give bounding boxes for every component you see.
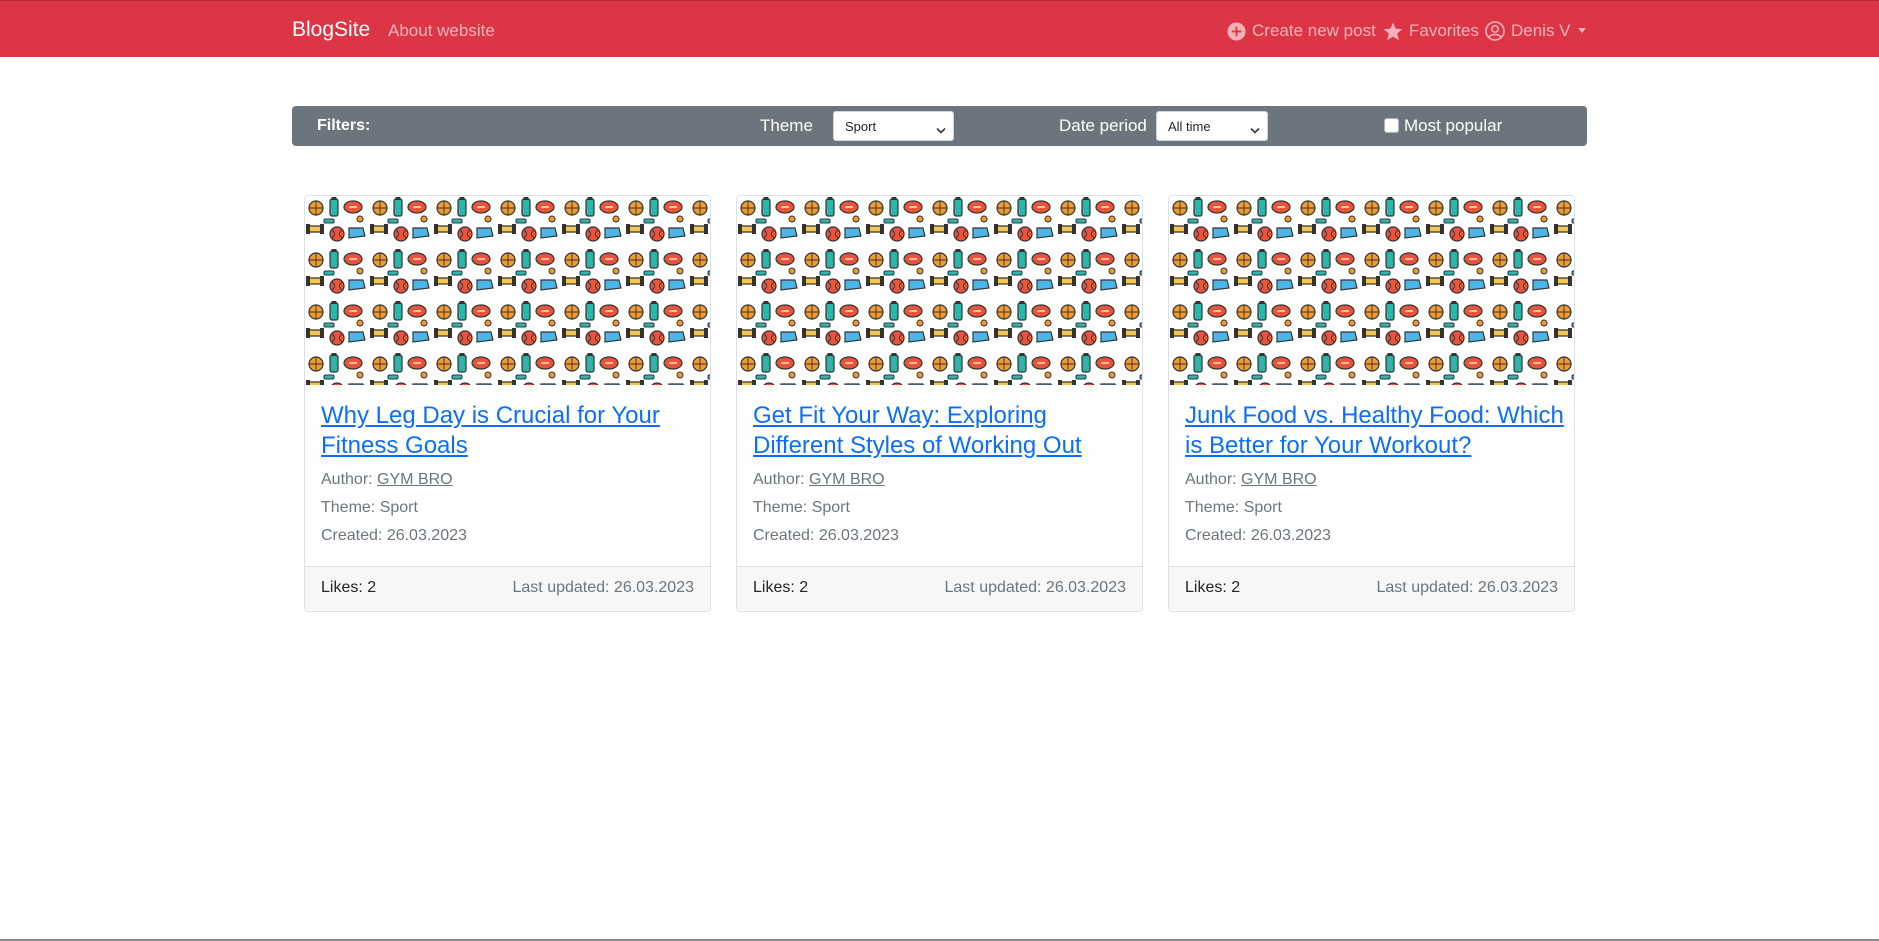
post-last-updated: Last updated: 26.03.2023 xyxy=(944,579,1127,596)
most-popular-label[interactable]: Most popular xyxy=(1404,116,1502,136)
chevron-down-icon xyxy=(1250,122,1260,137)
favorites-link[interactable]: Favorites xyxy=(1383,21,1479,41)
top-navbar: BlogSite About website Create new post F… xyxy=(0,0,1879,57)
date-period-select[interactable]: All time xyxy=(1156,111,1268,141)
post-author: Author: GYM BRO xyxy=(1185,471,1317,489)
create-post-label: Create new post xyxy=(1252,21,1376,40)
post-likes-count: Likes: 2 xyxy=(321,579,377,596)
brand-logo[interactable]: BlogSite xyxy=(292,18,370,42)
post-title-link[interactable]: Why Leg Day is Crucial for Your Fitness … xyxy=(321,401,701,461)
most-popular-checkbox[interactable] xyxy=(1384,118,1399,133)
star-icon xyxy=(1383,22,1403,41)
post-theme: Theme: Sport xyxy=(1185,499,1282,516)
post-card-footer: Likes: 2 Last updated: 26.03.2023 xyxy=(1169,566,1574,611)
post-card: Junk Food vs. Healthy Food: Which is Bet… xyxy=(1168,195,1575,612)
post-theme: Theme: Sport xyxy=(753,499,850,516)
post-cover-image[interactable] xyxy=(737,196,1142,385)
filters-bar: Filters: Theme Sport Date period All tim… xyxy=(292,106,1587,146)
post-created-date: Created: 26.03.2023 xyxy=(753,527,899,544)
post-author: Author: GYM BRO xyxy=(321,471,453,489)
about-link[interactable]: About website xyxy=(388,21,495,41)
user-menu[interactable]: Denis V xyxy=(1485,21,1587,41)
post-title-link[interactable]: Get Fit Your Way: Exploring Different St… xyxy=(753,401,1133,461)
create-post-link[interactable]: Create new post xyxy=(1227,21,1376,41)
post-theme: Theme: Sport xyxy=(321,499,418,516)
post-author: Author: GYM BRO xyxy=(753,471,885,489)
theme-select[interactable]: Sport xyxy=(833,111,954,141)
post-last-updated: Last updated: 26.03.2023 xyxy=(512,579,695,596)
theme-select-value: Sport xyxy=(845,119,877,134)
post-title-link[interactable]: Junk Food vs. Healthy Food: Which is Bet… xyxy=(1185,401,1565,461)
caret-down-icon xyxy=(1577,28,1587,34)
user-name: Denis V xyxy=(1511,21,1571,40)
post-cover-image[interactable] xyxy=(305,196,710,385)
post-author-link[interactable]: GYM BRO xyxy=(809,471,885,488)
post-cover-image[interactable] xyxy=(1169,196,1574,385)
post-likes-count: Likes: 2 xyxy=(1185,579,1241,596)
post-author-label: Author: xyxy=(753,471,805,488)
favorites-label: Favorites xyxy=(1409,21,1479,40)
user-circle-icon xyxy=(1485,21,1505,41)
plus-circle-icon xyxy=(1227,21,1246,41)
post-author-label: Author: xyxy=(321,471,373,488)
post-card-footer: Likes: 2 Last updated: 26.03.2023 xyxy=(737,566,1142,611)
post-created-date: Created: 26.03.2023 xyxy=(1185,527,1331,544)
date-period-select-value: All time xyxy=(1168,119,1211,134)
about-link-label: About website xyxy=(388,21,495,40)
post-author-label: Author: xyxy=(1185,471,1237,488)
date-period-label: Date period xyxy=(1059,116,1147,135)
theme-label: Theme xyxy=(760,116,813,135)
post-card: Get Fit Your Way: Exploring Different St… xyxy=(736,195,1143,612)
post-created-date: Created: 26.03.2023 xyxy=(321,527,467,544)
post-author-link[interactable]: GYM BRO xyxy=(1241,471,1317,488)
chevron-down-icon xyxy=(936,122,946,137)
post-author-link[interactable]: GYM BRO xyxy=(377,471,453,488)
filters-label: Filters: xyxy=(317,117,371,134)
post-likes-count: Likes: 2 xyxy=(753,579,809,596)
post-card: Why Leg Day is Crucial for Your Fitness … xyxy=(304,195,711,612)
post-card-footer: Likes: 2 Last updated: 26.03.2023 xyxy=(305,566,710,611)
post-last-updated: Last updated: 26.03.2023 xyxy=(1376,579,1559,596)
